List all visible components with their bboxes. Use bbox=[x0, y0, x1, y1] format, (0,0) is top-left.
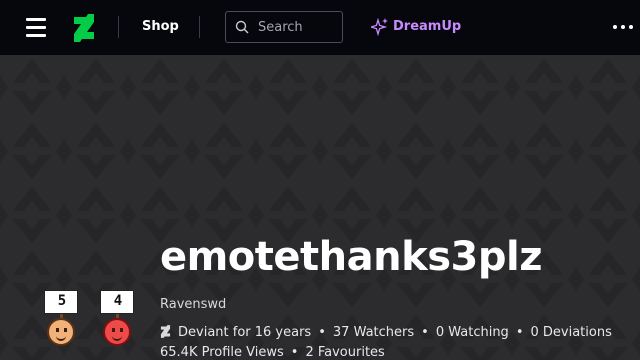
profile-username: emotethanks3plz bbox=[160, 234, 542, 280]
profile-banner bbox=[0, 55, 640, 360]
deviations-count[interactable]: 0 Deviations bbox=[530, 325, 611, 340]
search-box[interactable] bbox=[225, 11, 343, 43]
emote-sign-number: 5 bbox=[57, 293, 67, 309]
dreamup-label: DreamUp bbox=[393, 19, 462, 34]
favourites-count[interactable]: 2 Favourites bbox=[305, 345, 384, 360]
banner-pattern bbox=[0, 55, 640, 360]
watchers-count[interactable]: 37 Watchers bbox=[333, 325, 414, 340]
deviantart-logo-icon[interactable] bbox=[72, 14, 96, 42]
deviantart-logo-icon bbox=[160, 325, 171, 338]
nav-divider bbox=[199, 16, 200, 38]
emote-sign-4: 4 bbox=[100, 290, 136, 352]
profile-stats: Deviant for 16 years • 37 Watchers • 0 Watch… bbox=[160, 325, 612, 340]
more-icon[interactable] bbox=[613, 25, 633, 29]
smiley-face-icon bbox=[47, 318, 75, 346]
emote-sign-number: 4 bbox=[113, 293, 123, 309]
hamburger-icon[interactable] bbox=[26, 18, 46, 37]
emote-sign-5: 5 bbox=[44, 290, 80, 352]
sparkle-icon bbox=[371, 18, 388, 36]
nav-divider bbox=[118, 16, 119, 38]
profile-stats-secondary: 65.4K Profile Views • 2 Favourites bbox=[160, 345, 385, 360]
profile-real-name: Ravenswd bbox=[160, 297, 227, 312]
profile-views-count: 65.4K Profile Views bbox=[160, 345, 284, 360]
search-input[interactable] bbox=[258, 18, 338, 36]
watching-count[interactable]: 0 Watching bbox=[436, 325, 509, 340]
deviant-for: Deviant for 16 years bbox=[178, 325, 312, 340]
emote-sign: 5 bbox=[44, 290, 78, 314]
smiley-face-icon bbox=[103, 318, 131, 346]
top-navigation-bar: Shop DreamUp bbox=[0, 0, 640, 55]
search-icon bbox=[235, 20, 249, 34]
shop-link[interactable]: Shop bbox=[142, 19, 179, 34]
emote-sign: 4 bbox=[100, 290, 134, 314]
